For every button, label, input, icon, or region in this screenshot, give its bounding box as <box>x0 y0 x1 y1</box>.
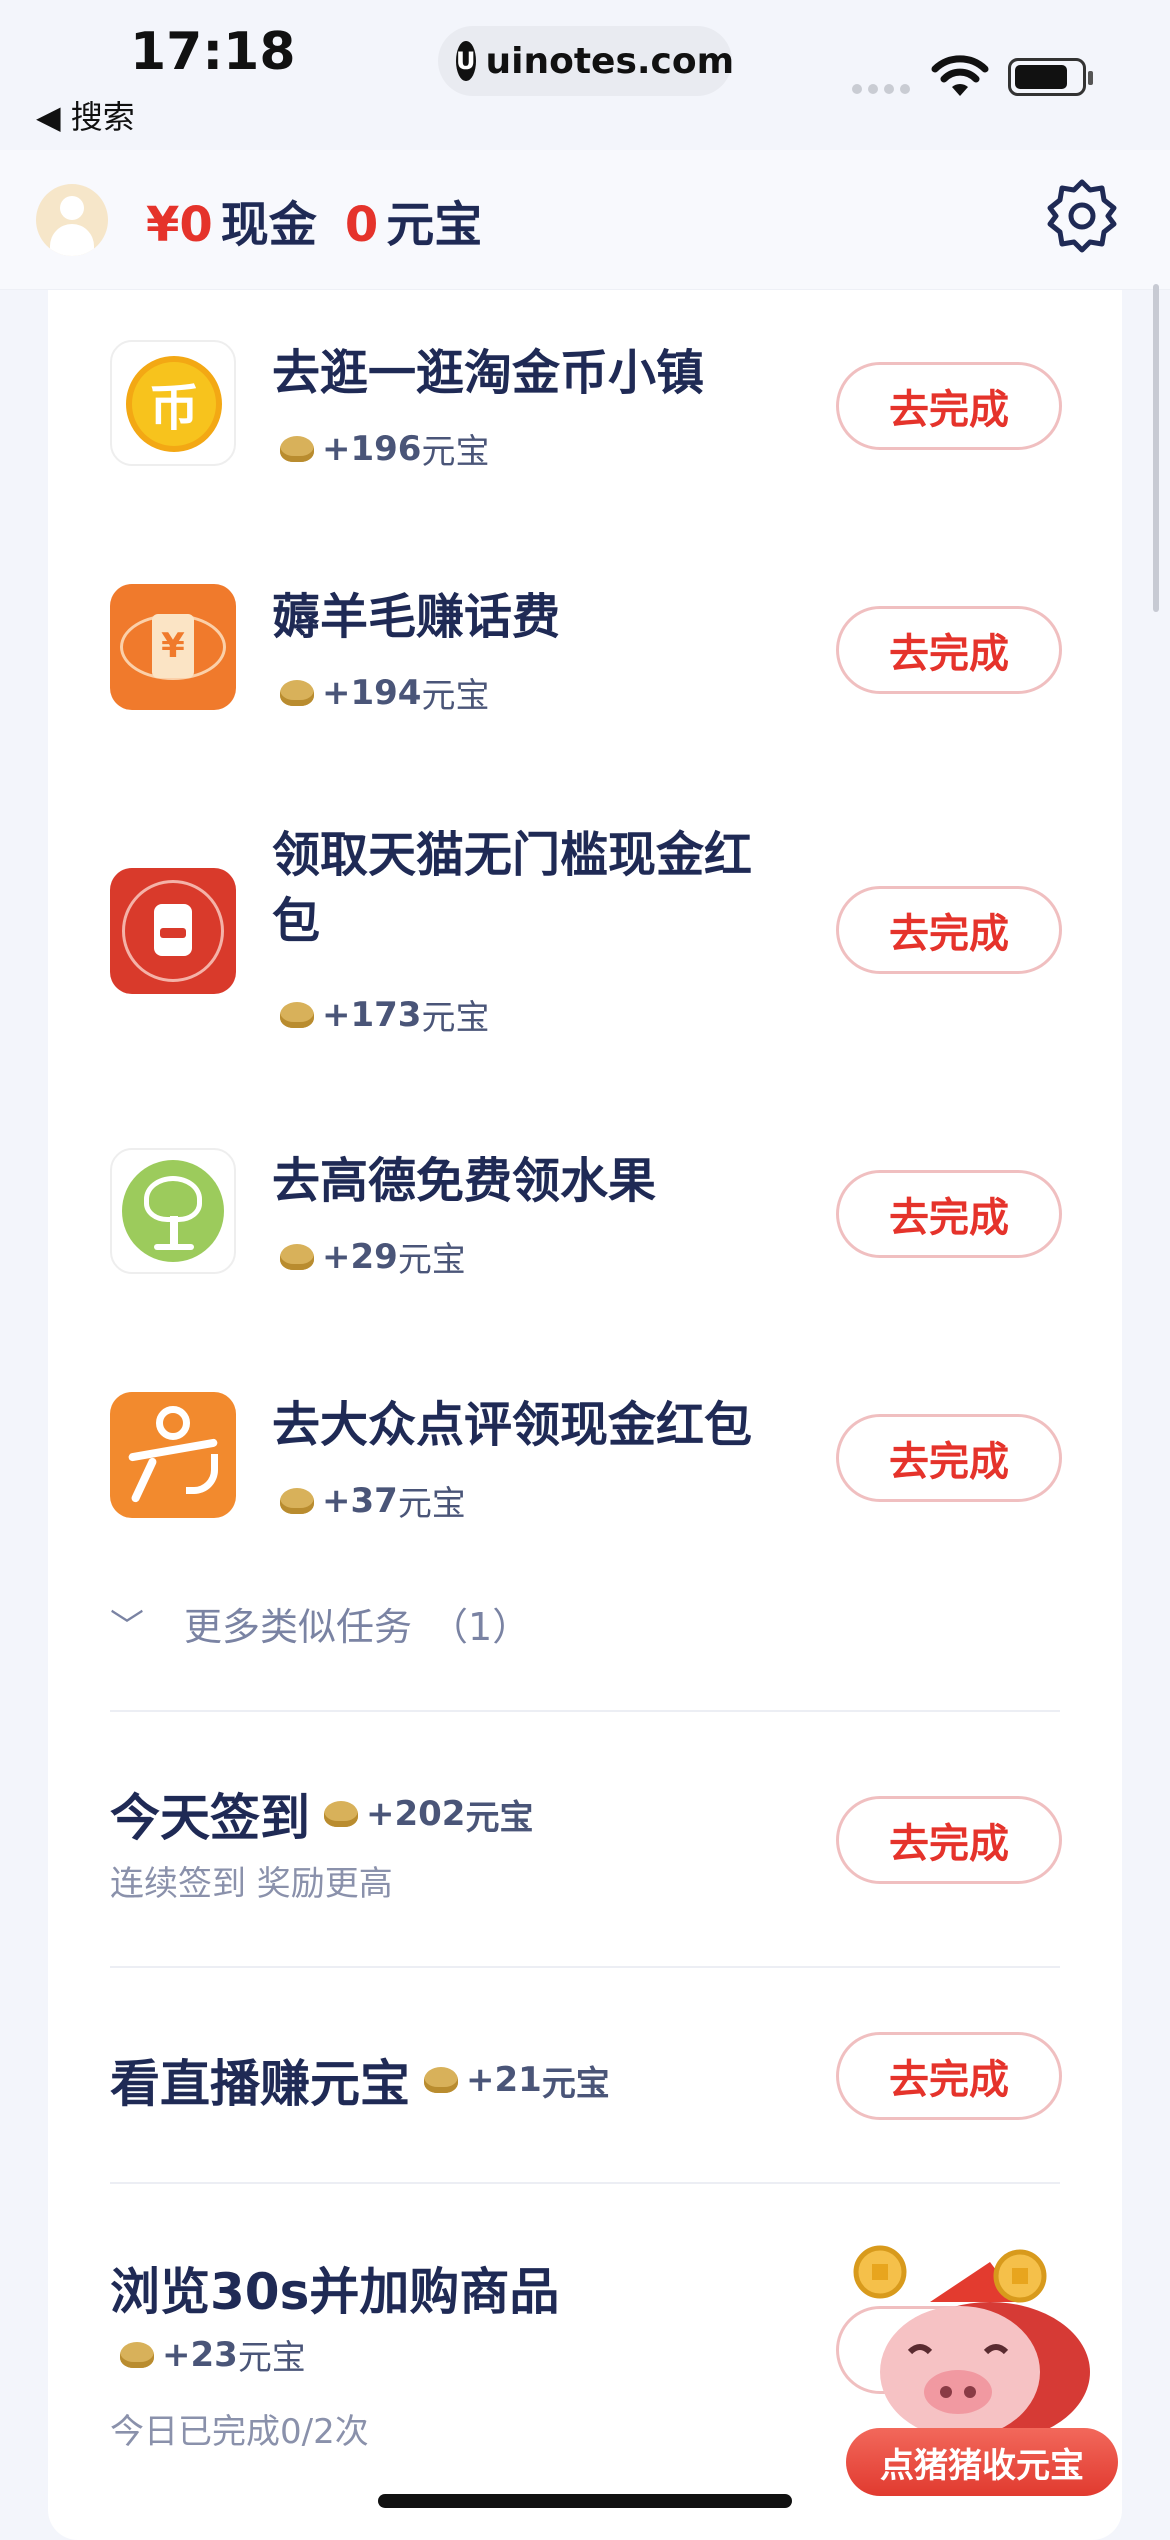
checkin-complete-button[interactable]: 去完成 <box>836 1796 1062 1884</box>
checkin-title: 今天签到 <box>110 1789 310 1847</box>
ingot-icon <box>120 2341 154 2368</box>
checkin-title-row: 今天签到 +202 元宝 <box>110 1778 533 1850</box>
battery-icon <box>1008 58 1093 96</box>
ingot-icon <box>280 1001 314 1028</box>
ingot-amount: 0 <box>344 196 379 253</box>
back-to-search-link[interactable]: ◀ 搜索 <box>36 92 135 138</box>
url-text: uinotes.com <box>485 40 735 82</box>
checkin-subtitle: 连续签到 奖励更高 <box>110 1864 393 1904</box>
live-title: 看直播赚元宝 <box>110 2055 410 2113</box>
task-reward: +29 元宝 <box>280 1232 466 1281</box>
ingot-icon <box>324 1801 358 1827</box>
coin-icon: 币 <box>110 340 236 466</box>
divider <box>110 1966 1060 1968</box>
signal-icon <box>852 84 910 94</box>
wifi-icon <box>931 55 989 96</box>
task-reward: +196 元宝 <box>280 424 489 473</box>
piggy-bank-icon[interactable] <box>840 2232 1120 2442</box>
divider <box>110 2182 1060 2184</box>
complete-task-button[interactable]: 去完成 <box>836 886 1062 974</box>
browse-title: 浏览30s并加购商品 <box>110 2263 560 2321</box>
balance-summary: ¥0 现金 0 元宝 <box>146 185 482 255</box>
divider <box>110 1710 1060 1712</box>
ingot-icon <box>280 1487 314 1514</box>
live-complete-button[interactable]: 去完成 <box>836 2032 1062 2120</box>
more-tasks-label: 更多类似任务 <box>184 1605 413 1649</box>
task-reward: +173 元宝 <box>280 990 489 1039</box>
cash-amount: ¥0 <box>146 196 213 253</box>
ingot-icon <box>424 2067 458 2093</box>
status-time: 17:18 <box>130 22 296 82</box>
task-title: 薅羊毛赚话费 <box>272 589 561 645</box>
avatar[interactable] <box>36 183 108 256</box>
live-reward: +21 元宝 <box>424 2056 610 2105</box>
task-title: 去高德免费领水果 <box>272 1153 657 1209</box>
settings-gear-icon[interactable] <box>1044 178 1120 254</box>
browse-reward: +23 元宝 <box>120 2330 306 2379</box>
tmall-icon <box>110 868 236 994</box>
balance-header: ¥0 现金 0 元宝 <box>0 150 1170 290</box>
collect-ingots-button[interactable]: 点猪猪收元宝 <box>846 2428 1118 2496</box>
url-pill[interactable]: U uinotes.com <box>438 26 735 96</box>
chevron-down-icon: ﹀ <box>110 1607 144 1647</box>
ingot-icon <box>280 1243 314 1270</box>
ingot-label: 元宝 <box>386 196 483 253</box>
more-similar-tasks-toggle[interactable]: ﹀ 更多类似任务 （1） <box>110 1596 530 1651</box>
scrollbar[interactable] <box>1153 284 1159 612</box>
site-logo-icon: U <box>456 41 476 81</box>
task-reward: +37 元宝 <box>280 1476 466 1525</box>
task-title: 领取天猫无门槛现金红包 <box>272 827 753 949</box>
complete-task-button[interactable]: 去完成 <box>836 362 1062 450</box>
complete-task-button[interactable]: 去完成 <box>836 1170 1062 1258</box>
task-title: 去逛一逛淘金币小镇 <box>272 345 705 401</box>
task-reward: +194 元宝 <box>280 668 489 717</box>
more-tasks-count: （1） <box>430 1605 531 1649</box>
live-title-row: 看直播赚元宝 +21 元宝 <box>110 2044 610 2116</box>
checkin-reward: +202 元宝 <box>324 1790 533 1839</box>
dianping-icon <box>110 1392 236 1518</box>
ingot-icon <box>280 679 314 706</box>
home-indicator[interactable] <box>378 2494 792 2508</box>
status-bar: 17:18 ◀ 搜索 U uinotes.com <box>0 0 1170 150</box>
browse-progress: 今日已完成0/2次 <box>110 2412 369 2452</box>
complete-task-button[interactable]: 去完成 <box>836 606 1062 694</box>
phone-bill-icon: ¥ <box>110 584 236 710</box>
tree-icon <box>110 1148 236 1274</box>
task-title: 去大众点评领现金红包 <box>272 1397 753 1453</box>
cash-label: 现金 <box>220 196 317 253</box>
ingot-icon <box>280 435 314 462</box>
complete-task-button[interactable]: 去完成 <box>836 1414 1062 1502</box>
